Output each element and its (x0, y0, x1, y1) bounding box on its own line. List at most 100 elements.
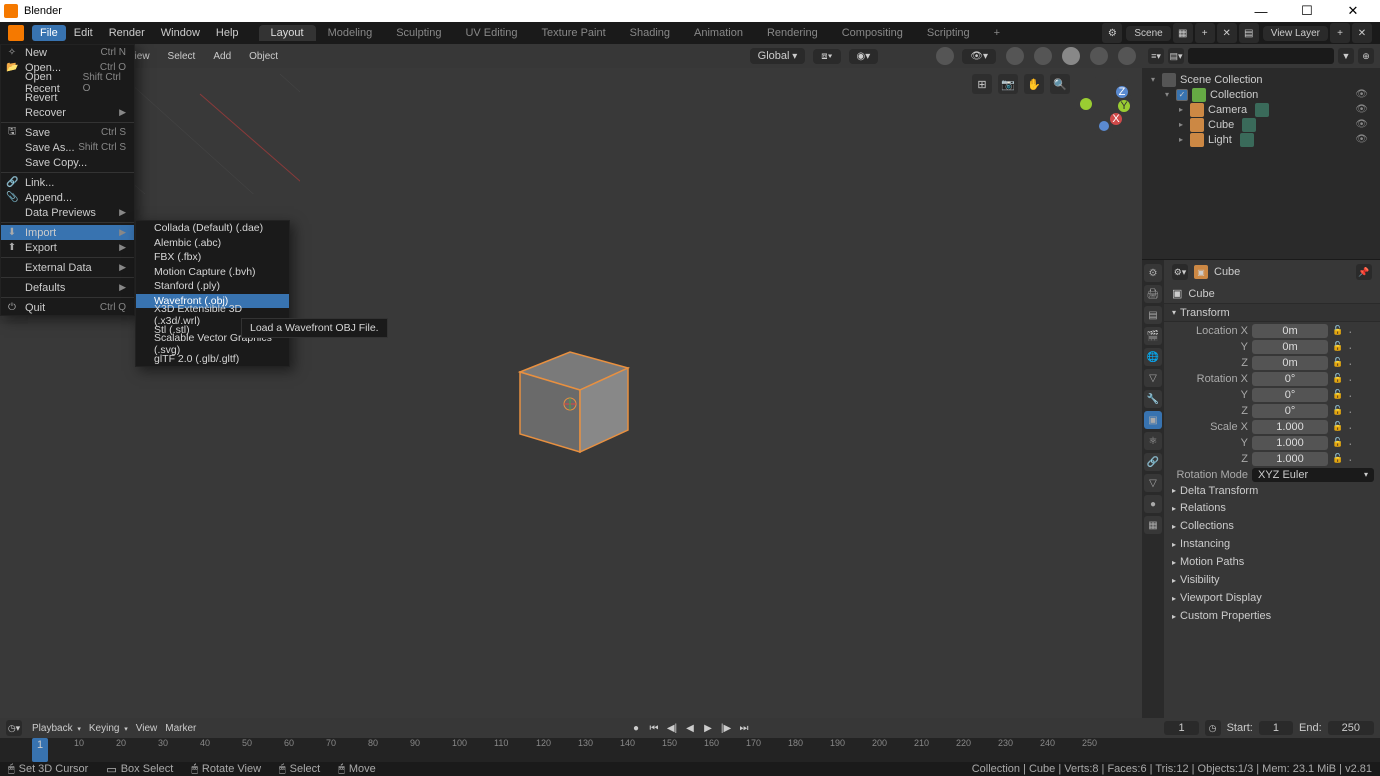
rotation-x-input[interactable]: 0° (1252, 372, 1328, 386)
workspace-tab-compositing[interactable]: Compositing (830, 25, 915, 41)
file-menu-import[interactable]: ⬇Import▶ (1, 225, 134, 240)
gizmo-icon[interactable] (1006, 47, 1024, 65)
output-tab-icon[interactable]: 🖨 (1144, 285, 1162, 303)
viewlayer-new-icon[interactable]: + (1330, 23, 1350, 43)
delta-transform-section[interactable]: ▸Delta Transform (1164, 482, 1380, 499)
jump-end-icon[interactable]: ⏭ (736, 720, 752, 736)
outliner-display-icon[interactable]: ▤▾ (1168, 48, 1184, 64)
location-z-input[interactable]: 0m (1252, 356, 1328, 370)
scale-z-input[interactable]: 1.000 (1252, 452, 1328, 466)
blender-logo-icon[interactable] (8, 25, 24, 41)
import-scalable-vector-graphics-svg-[interactable]: Scalable Vector Graphics (.svg) (136, 337, 289, 352)
play-icon[interactable]: ▶ (700, 720, 716, 736)
vp-menu-select[interactable]: Select (162, 49, 202, 64)
timeline-menu-keying[interactable]: Keying ▾ (89, 723, 128, 734)
lock-icon[interactable]: 🔓 (1332, 421, 1344, 432)
texture-tab-icon[interactable]: ▦ (1144, 516, 1162, 534)
pan-icon[interactable]: ✋ (1024, 74, 1044, 94)
section-visibility[interactable]: ▸Visibility (1164, 571, 1380, 589)
vp-menu-add[interactable]: Add (207, 49, 237, 64)
lock-icon[interactable]: 🔓 (1332, 405, 1344, 416)
outliner-camera[interactable]: ▸Camera👁 (1142, 102, 1380, 117)
world-tab-icon[interactable]: 🌐 (1144, 348, 1162, 366)
file-menu-external-data[interactable]: External Data▶ (1, 260, 134, 275)
lock-icon[interactable]: 🔓 (1332, 389, 1344, 400)
transform-panel-header[interactable]: ▾Transform (1164, 304, 1380, 322)
start-frame-input[interactable]: 1 (1259, 721, 1293, 735)
visibility-eye-icon[interactable]: 👁 (1355, 134, 1368, 145)
outliner-scene-collection[interactable]: ▾Scene Collection (1142, 72, 1380, 87)
orientation-dropdown[interactable]: Global ▾ (750, 48, 806, 64)
viewlayer-close-icon[interactable]: ✕ (1352, 23, 1372, 43)
visibility-eye-icon[interactable]: 👁 (1355, 119, 1368, 130)
timeline-editor-icon[interactable]: ◷▾ (6, 720, 22, 736)
lock-icon[interactable]: 🔓 (1332, 357, 1344, 368)
lock-icon[interactable]: 🔓 (1332, 325, 1344, 336)
menu-file[interactable]: File (32, 25, 66, 41)
workspace-tab-uv editing[interactable]: UV Editing (453, 25, 529, 41)
file-menu-open-recent[interactable]: Open RecentShift Ctrl O (1, 75, 134, 90)
file-menu-export[interactable]: ⬆Export▶ (1, 240, 134, 255)
properties-editor-icon[interactable]: ⚙▾ (1172, 264, 1188, 280)
outliner-new-icon[interactable]: ⊕ (1358, 48, 1374, 64)
workspace-tab-texture paint[interactable]: Texture Paint (529, 25, 617, 41)
scene-icon[interactable]: ⚙ (1102, 23, 1122, 43)
auto-key-icon[interactable]: ● (628, 720, 644, 736)
location-x-input[interactable]: 0m (1252, 324, 1328, 338)
scale-x-input[interactable]: 1.000 (1252, 420, 1328, 434)
import-stanford-ply-[interactable]: Stanford (.ply) (136, 279, 289, 294)
workspace-tab-animation[interactable]: Animation (682, 25, 755, 41)
visibility-eye-icon[interactable]: 👁 (1355, 104, 1368, 115)
overlays-icon[interactable] (936, 47, 954, 65)
outliner-cube[interactable]: ▸Cube👁 (1142, 117, 1380, 132)
workspace-tab-rendering[interactable]: Rendering (755, 25, 830, 41)
menu-render[interactable]: Render (101, 25, 153, 41)
default-cube[interactable] (510, 334, 630, 454)
scene-tab-icon[interactable]: 🎬 (1144, 327, 1162, 345)
section-collections[interactable]: ▸Collections (1164, 517, 1380, 535)
scene-field[interactable]: Scene (1126, 26, 1170, 41)
lock-icon[interactable]: 🔓 (1332, 437, 1344, 448)
shading-rendered-icon[interactable] (1118, 47, 1136, 65)
render-tab-icon[interactable]: ⚙ (1144, 264, 1162, 282)
object-tab-icon[interactable]: ▣ (1144, 411, 1162, 429)
proportional-icon[interactable]: ◉▾ (849, 49, 879, 64)
material-tab-icon[interactable]: ● (1144, 495, 1162, 513)
section-viewport-display[interactable]: ▸Viewport Display (1164, 589, 1380, 607)
shading-solid-icon[interactable] (1062, 47, 1080, 65)
menu-window[interactable]: Window (153, 25, 208, 41)
viewlayer-field[interactable]: View Layer (1263, 26, 1328, 41)
navigation-gizmo[interactable]: Z Y X (1074, 74, 1134, 134)
import-alembic-abc-[interactable]: Alembic (.abc) (136, 236, 289, 251)
visibility-icon[interactable]: 👁▾ (962, 49, 996, 64)
workspace-tab-shading[interactable]: Shading (618, 25, 682, 41)
outliner-editor-icon[interactable]: ≡▾ (1148, 48, 1164, 64)
key-prev-icon[interactable]: ◀| (664, 720, 680, 736)
mesh-tab-icon[interactable]: ▽ (1144, 474, 1162, 492)
timeline-ruler[interactable]: 1 10203040506070809010011012013014015016… (0, 738, 1380, 762)
physics-tab-icon[interactable]: ⚛ (1144, 432, 1162, 450)
minimize-button[interactable]: — (1238, 0, 1284, 22)
viewlayer-tab-icon[interactable]: ▤ (1144, 306, 1162, 324)
collection-checkbox[interactable]: ✓ (1176, 89, 1188, 101)
menu-help[interactable]: Help (208, 25, 247, 41)
scene-new-icon[interactable]: + (1195, 23, 1215, 43)
outliner-search-input[interactable] (1188, 48, 1334, 64)
rotation-z-input[interactable]: 0° (1252, 404, 1328, 418)
grid-icon[interactable]: ⊞ (972, 74, 992, 94)
file-menu-append-[interactable]: 📎Append... (1, 190, 134, 205)
file-menu-save[interactable]: 🖫SaveCtrl S (1, 125, 134, 140)
rotation-y-input[interactable]: 0° (1252, 388, 1328, 402)
playhead[interactable]: 1 (32, 738, 48, 762)
constraints-tab-icon[interactable]: 🔗 (1144, 453, 1162, 471)
current-frame-input[interactable]: 1 (1164, 721, 1198, 735)
viewlayer-icon[interactable]: ▤ (1239, 23, 1259, 43)
scene-browse-icon[interactable]: ▦ (1173, 23, 1193, 43)
key-next-icon[interactable]: |▶ (718, 720, 734, 736)
file-menu-link-[interactable]: 🔗Link... (1, 175, 134, 190)
scene-close-icon[interactable]: ✕ (1217, 23, 1237, 43)
play-reverse-icon[interactable]: ◀ (682, 720, 698, 736)
shading-wire-icon[interactable] (1034, 47, 1052, 65)
jump-start-icon[interactable]: ⏮ (646, 720, 662, 736)
file-menu-defaults[interactable]: Defaults▶ (1, 280, 134, 295)
